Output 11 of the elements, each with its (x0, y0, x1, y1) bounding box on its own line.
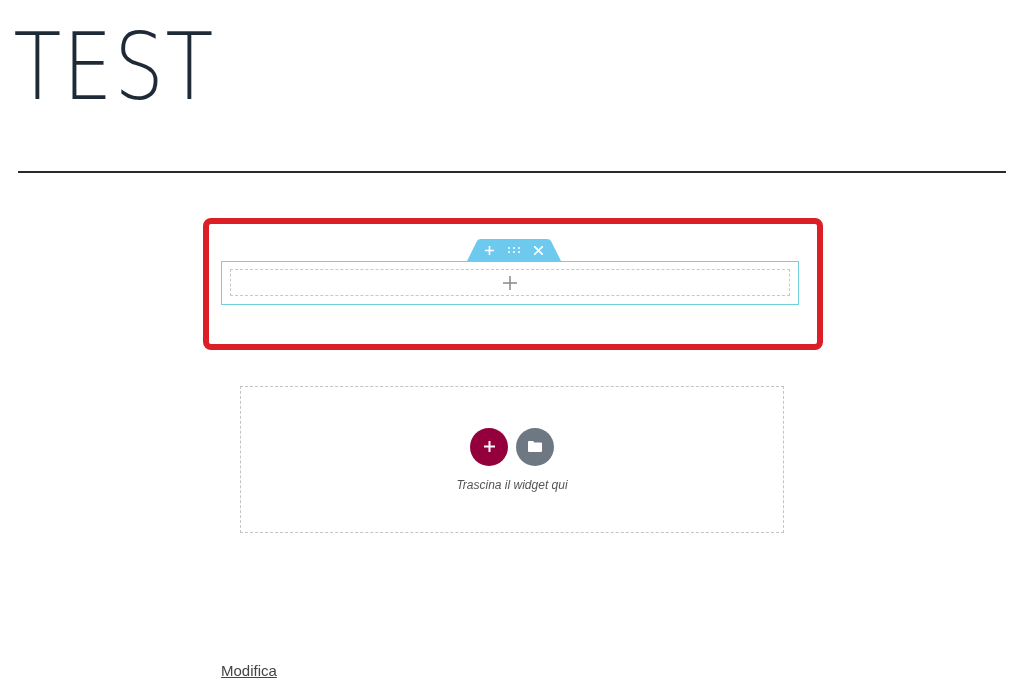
edit-link[interactable]: Modifica (221, 662, 277, 679)
dropzone-hint: Trascina il widget qui (456, 477, 568, 492)
page-title: TEST (12, 13, 215, 123)
plus-icon (483, 441, 495, 452)
add-widget-button[interactable] (470, 427, 508, 466)
template-button[interactable] (516, 427, 554, 466)
drag-handle-icon[interactable] (508, 247, 520, 253)
folder-icon (528, 441, 542, 452)
add-icon[interactable] (485, 245, 494, 255)
close-icon[interactable] (534, 245, 543, 255)
add-column-icon[interactable] (503, 275, 517, 290)
